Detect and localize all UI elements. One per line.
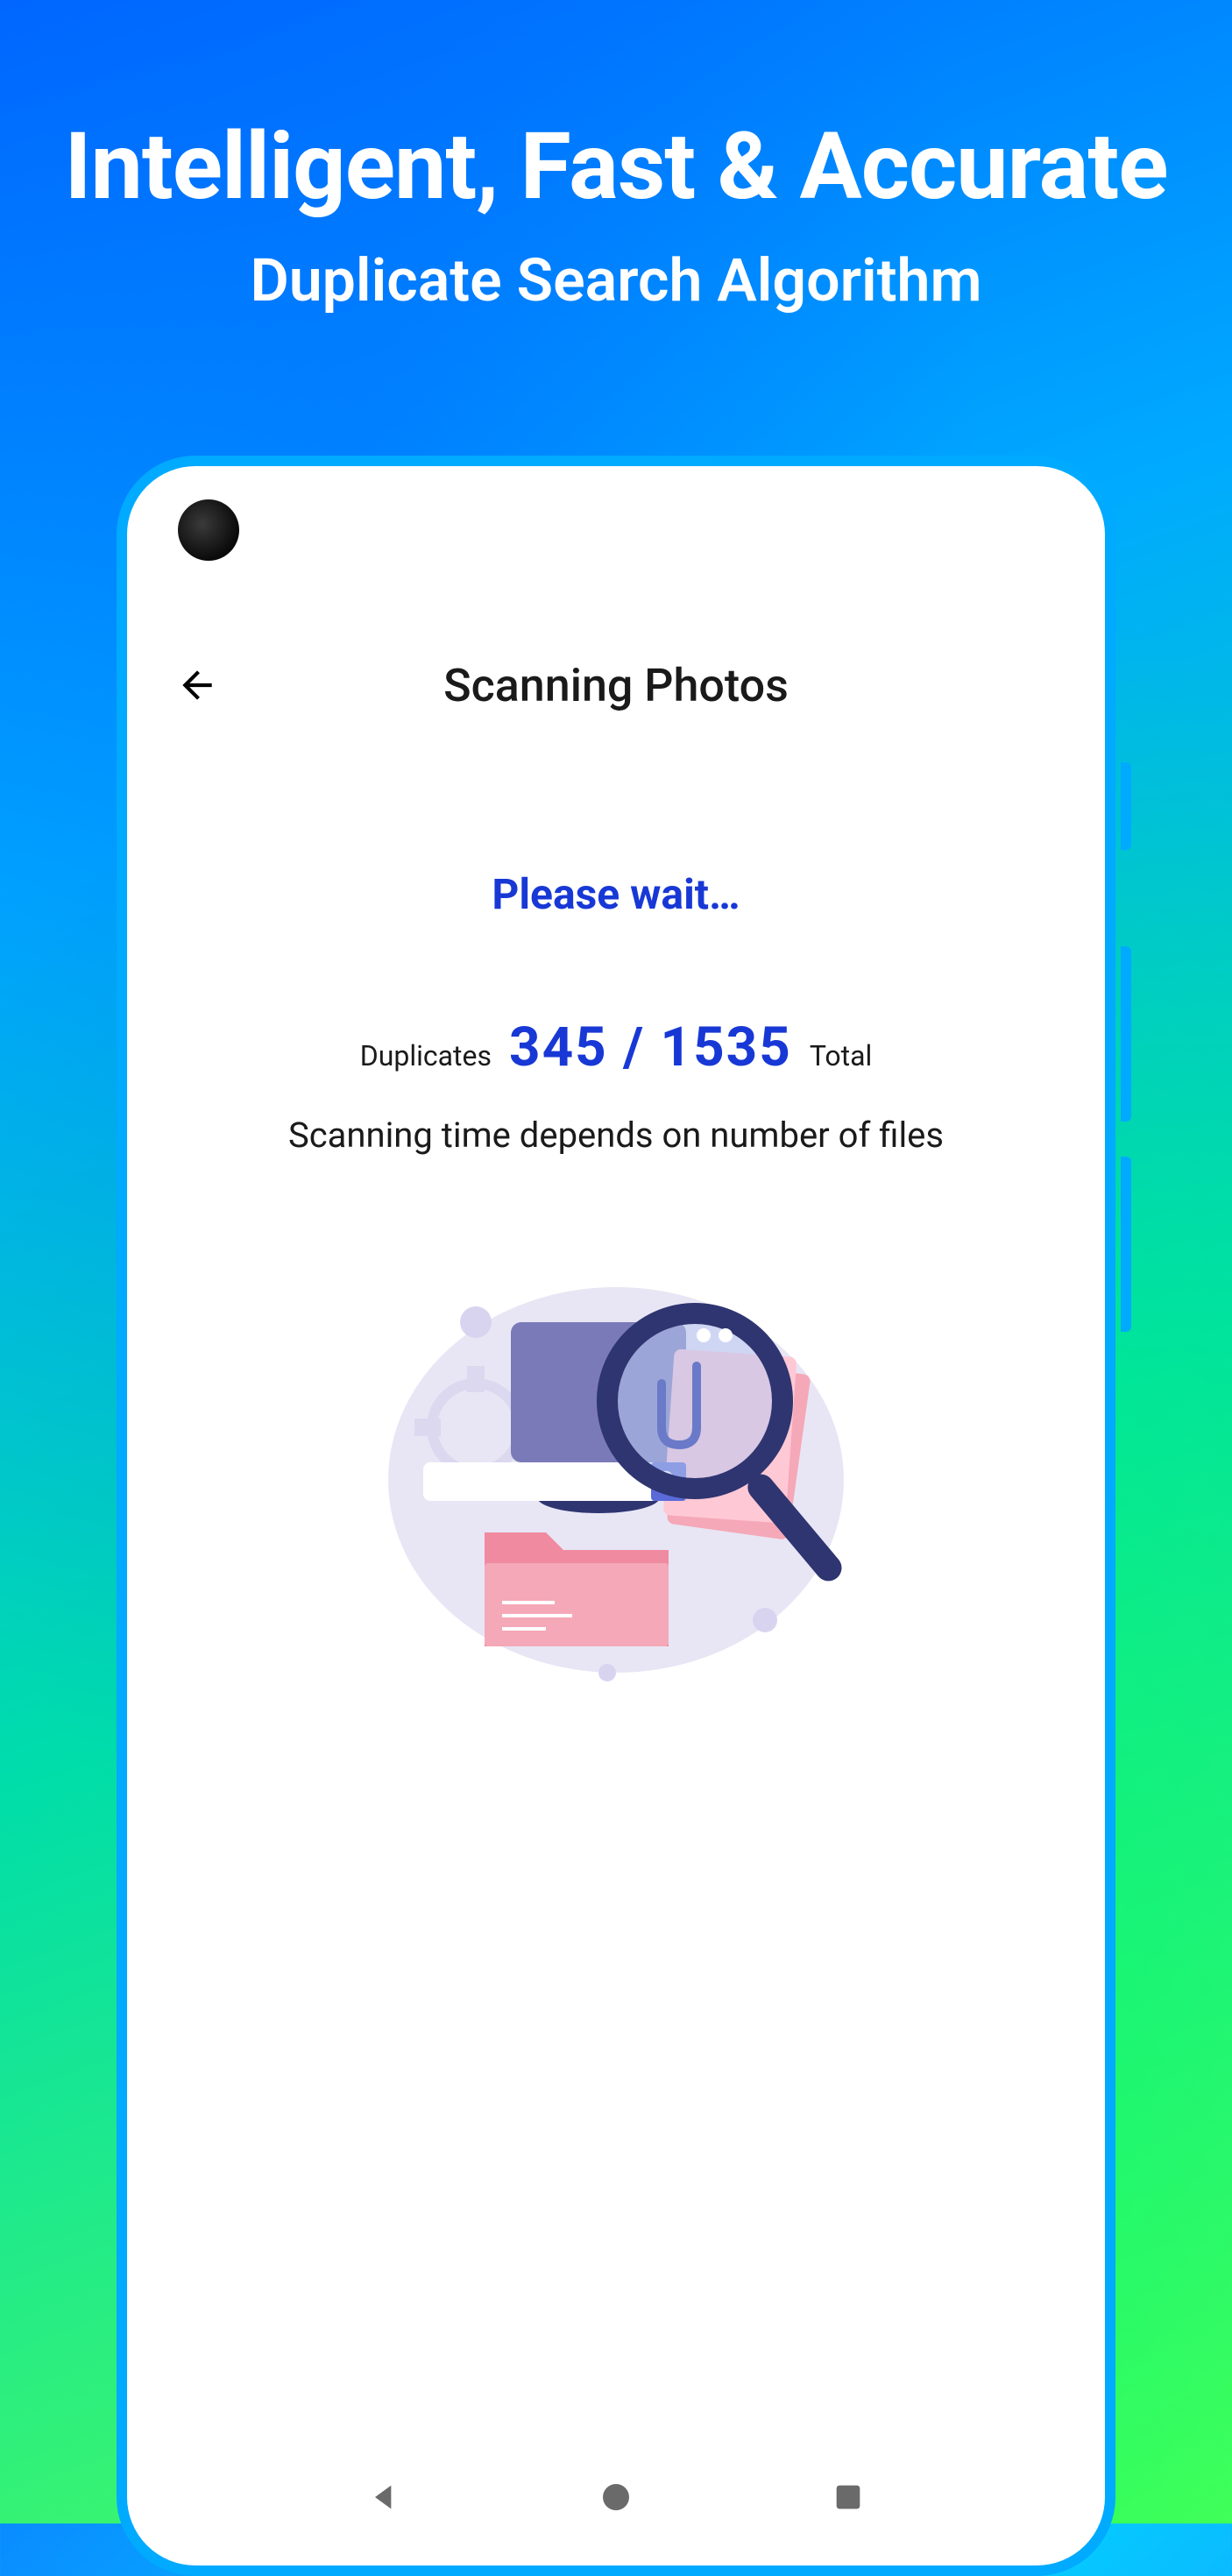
- promo-banner: Intelligent, Fast & Accurate Duplicate S…: [0, 0, 1232, 315]
- page-title: Scanning Photos: [171, 659, 1061, 712]
- app-header: Scanning Photos: [127, 466, 1105, 729]
- triangle-back-icon: [366, 2480, 401, 2515]
- wait-label: Please wait…: [127, 869, 1105, 919]
- phone-mockup: Scanning Photos Please wait… Duplicates …: [117, 456, 1115, 2576]
- square-recent-icon: [831, 2480, 866, 2515]
- nav-recent-button[interactable]: [824, 2473, 873, 2522]
- info-text: Scanning time depends on number of files: [127, 1115, 1105, 1156]
- promo-title: Intelligent, Fast & Accurate: [0, 114, 1232, 221]
- camera-cutout: [178, 499, 239, 561]
- nav-back-button[interactable]: [359, 2473, 408, 2522]
- scanning-illustration: [371, 1252, 861, 1708]
- total-label: Total: [810, 1039, 872, 1072]
- circle-home-icon: [598, 2480, 634, 2515]
- promo-subtitle: Duplicate Search Algorithm: [0, 245, 1232, 315]
- android-nav-bar: [127, 2473, 1105, 2522]
- progress-row: Duplicates 345 / 1535 Total: [127, 1016, 1105, 1079]
- duplicates-label: Duplicates: [360, 1039, 492, 1072]
- nav-home-button[interactable]: [591, 2473, 641, 2522]
- progress-counter: 345 / 1535: [509, 1016, 792, 1079]
